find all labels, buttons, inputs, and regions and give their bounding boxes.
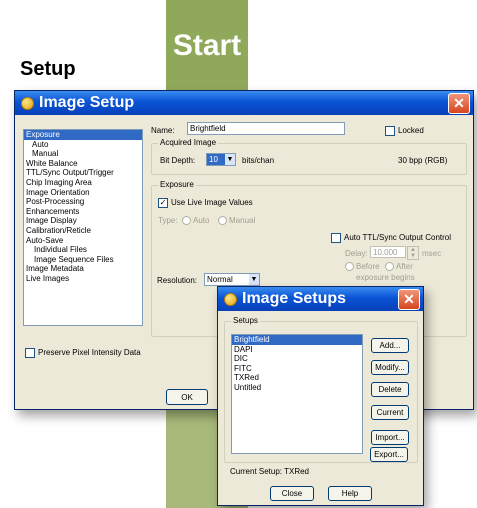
resolution-value: Normal [207,275,233,284]
before-label: Before [356,262,380,271]
sidebar-item[interactable]: Individual Files [24,245,142,255]
sidebar-item[interactable]: Image Metadata [24,264,142,274]
sidebar-item[interactable]: White Balance [24,159,142,169]
sidebar-item[interactable]: Image Orientation [24,188,142,198]
auto-ttl-label: Auto TTL/Sync Output Control [344,233,452,242]
sidebar-item[interactable]: Live Images [24,274,142,284]
name-input[interactable]: Brightfield [187,122,345,135]
bit-depth-select[interactable]: 10 ▼ [206,153,236,166]
preserve-label: Preserve Pixel Intensity Data [38,348,141,357]
chevron-down-icon[interactable]: ▼ [225,154,235,165]
setup-list-item[interactable]: Untitled [232,383,362,393]
use-live-label: Use Live Image Values [171,198,253,207]
modify-button[interactable]: Modify... [371,360,409,375]
preserve-checkbox[interactable] [25,348,35,358]
image-setup-title: Image Setup [39,94,135,111]
delete-button[interactable]: Delete [371,382,409,397]
exposure-group-label: Exposure [158,180,196,189]
sidebar-item[interactable]: Image Display [24,216,142,226]
app-icon [224,292,237,306]
bit-depth-label: Bit Depth: [160,156,196,165]
close-icon[interactable]: ✕ [398,289,420,310]
setups-list[interactable]: Brightfield DAPI DIC FITC TXRed Untitled [231,334,363,454]
sidebar-item[interactable]: Auto [24,140,142,150]
add-button[interactable]: Add... [371,338,409,353]
sidebar-item[interactable]: TTL/Sync Output/Trigger [24,168,142,178]
current-setup-text: Current Setup: TXRed [230,467,310,476]
setups-group-label: Setups [231,316,260,325]
setup-list-item[interactable]: Brightfield [232,335,362,345]
after-radio[interactable] [385,262,394,271]
setups-group: Setups Brightfield DAPI DIC FITC TXRed Untitl… [224,316,418,463]
image-setups-titlebar[interactable]: Image Setups ✕ [218,287,423,311]
sidebar-item[interactable]: Auto-Save [24,236,142,246]
sidebar-item[interactable]: Post-Processing [24,197,142,207]
setup-list-item[interactable]: FITC [232,364,362,374]
export-button[interactable]: Export... [370,447,408,462]
before-radio[interactable] [345,262,354,271]
type-label: Type: [158,216,178,225]
close-button[interactable]: Close [270,486,314,501]
ok-button[interactable]: OK [166,389,208,405]
app-icon [21,96,34,110]
exposure-begins-label: exposure begins [356,273,415,282]
acquired-image-group: Acquired Image Bit Depth: 10 ▼ bits/chan… [151,138,467,175]
start-step: Start [166,0,248,92]
locked-checkbox[interactable] [385,126,395,136]
delay-label: Delay: [345,249,368,258]
resolution-label: Resolution: [157,276,198,285]
current-button[interactable]: Current [371,405,409,420]
auto-radio[interactable] [182,216,191,225]
setup-list-item[interactable]: DAPI [232,345,362,355]
sidebar-item[interactable]: Calibration/Reticle [24,226,142,236]
image-setup-titlebar[interactable]: Image Setup ✕ [15,91,473,115]
manual-radio-label: Manual [229,216,256,225]
resolution-select[interactable]: Normal ▼ [204,273,260,286]
bits-unit: bits/chan [242,156,275,165]
setup-list-item[interactable]: TXRed [232,373,362,383]
image-setups-title: Image Setups [242,290,347,307]
bit-depth-value: 10 [209,155,218,164]
delay-input[interactable]: 10.000 [370,246,406,258]
delay-unit: msec [422,249,442,258]
auto-ttl-checkbox[interactable] [331,233,341,243]
auto-radio-label: Auto [193,216,210,225]
chevron-down-icon[interactable]: ▼ [249,274,259,285]
acquired-image-label: Acquired Image [158,138,219,147]
manual-radio[interactable] [218,216,227,225]
help-button[interactable]: Help [328,486,372,501]
sidebar-item[interactable]: Manual [24,149,142,159]
sidebar-item[interactable]: Chip Imaging Area [24,178,142,188]
bpp-text: 30 bpp (RGB) [398,156,448,165]
sidebar-item[interactable]: Exposure [24,130,142,140]
sidebar-item[interactable]: Image Sequence Files [24,255,142,265]
after-label: After [396,262,413,271]
import-button[interactable]: Import... [371,430,409,445]
setup-heading: Setup [20,58,76,80]
delay-spinner-icon[interactable]: ▲ ▼ [407,246,419,260]
close-icon[interactable]: ✕ [448,93,470,114]
sidebar-item[interactable]: Enhancements [24,207,142,217]
setup-list-item[interactable]: DIC [232,354,362,364]
name-label: Name: [151,126,175,135]
start-label: Start [172,29,242,62]
image-setups-window: Image Setups ✕ Setups Brightfield DAPI DIC… [217,286,424,506]
locked-label: Locked [398,126,424,135]
use-live-checkbox[interactable]: ✓ [158,198,168,208]
settings-category-list[interactable]: Exposure Auto Manual White Balance TTL/Sync … [23,129,143,326]
